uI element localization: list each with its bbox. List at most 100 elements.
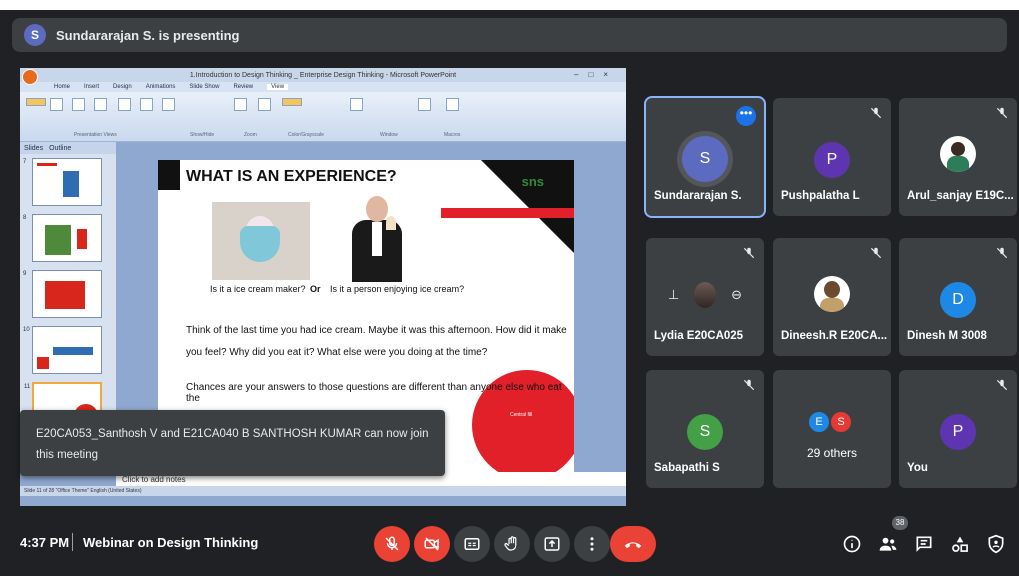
captions-icon	[464, 538, 480, 550]
participant-tile[interactable]: ⊥ ⊖ Lydia E20CA025	[646, 238, 764, 356]
participant-photo	[814, 276, 850, 312]
slide-circle-text: Central fill	[510, 412, 533, 418]
remove-icon[interactable]: ⊖	[731, 287, 742, 303]
thumb-number: 11	[24, 384, 31, 390]
leave-call-button[interactable]	[610, 526, 656, 562]
ppt-status-bar: Slide 11 of 28 "Office Theme" English (U…	[20, 486, 626, 496]
ribbon-group-label: Macros	[444, 132, 461, 138]
participant-tile[interactable]: Dineesh.R E20CA...	[773, 238, 891, 356]
ribbon-icon	[350, 98, 363, 111]
activities-button[interactable]	[948, 532, 972, 556]
camera-off-icon	[424, 537, 439, 551]
captions-button[interactable]	[454, 526, 490, 562]
thumb-number: 10	[23, 327, 30, 333]
ribbon-icon	[258, 98, 271, 111]
office-button-icon	[22, 69, 38, 85]
thumb-number: 9	[23, 271, 27, 277]
slides-panel-tabs: Slides Outline	[20, 142, 116, 154]
ppt-ribbon-tabs: Home Insert Design Animations Slide Show…	[20, 82, 626, 92]
host-controls-button[interactable]	[984, 532, 1008, 556]
tile-hover-controls[interactable]: ⊥ ⊖	[660, 280, 750, 310]
mic-toggle-button[interactable]	[374, 526, 410, 562]
participant-photo	[694, 282, 717, 308]
slide-question-1: Is it a ice cream maker?	[210, 284, 306, 294]
slide-thumbnail: 9	[23, 270, 102, 318]
ribbon-group-label: Presentation Views	[74, 132, 117, 138]
ribbon-icon	[50, 98, 63, 111]
self-tile[interactable]: P You	[899, 370, 1017, 488]
ribbon-icon	[72, 98, 85, 111]
ribbon-icon	[118, 98, 131, 111]
participant-tile[interactable]: D Dinesh M 3008	[899, 238, 1017, 356]
slide-decoration	[158, 160, 180, 190]
participant-tile[interactable]: Arul_sanjay E19C...	[899, 98, 1017, 216]
people-button[interactable]	[876, 532, 900, 556]
slide-heading: WHAT IS AN EXPERIENCE?	[186, 168, 397, 185]
meeting-name: Webinar on Design Thinking	[83, 535, 259, 550]
participant-avatar: S	[682, 136, 728, 182]
ppt-tab: Home	[54, 84, 71, 90]
slide-paragraph-2: Chances are your answers to those questi…	[186, 382, 562, 404]
ribbon-group-label: Show/Hide	[190, 132, 215, 138]
ppt-ribbon: Presentation Views Show/Hide Zoom Color/…	[20, 92, 626, 142]
more-vert-icon	[590, 537, 594, 551]
ppt-tab: Slide Show	[189, 84, 220, 90]
join-notification-toast: E20CA053_Santhosh V and E21CA040 B SANTH…	[20, 410, 445, 476]
participant-name: Arul_sanjay E19C...	[907, 190, 1014, 202]
participant-tile[interactable]: S Sabapathi S	[646, 370, 764, 488]
ppt-title-bar: 1.Introduction to Design Thinking _ Ente…	[20, 68, 626, 82]
present-button[interactable]	[534, 526, 570, 562]
others-avatar: S	[829, 410, 853, 434]
slides-tab: Slides	[24, 144, 44, 152]
window-controls-icon: –□×	[574, 70, 618, 79]
chat-icon	[916, 536, 932, 552]
presenting-banner: S Sundararajan S. is presenting	[12, 18, 1007, 52]
ppt-tab: Design	[113, 84, 132, 90]
mic-off-icon	[743, 379, 755, 391]
chat-button[interactable]	[912, 532, 936, 556]
ppt-tab-active: View	[267, 84, 289, 90]
presenting-text: Sundararajan S. is presenting	[56, 27, 240, 43]
sns-logo: sns	[521, 174, 544, 189]
mic-off-icon	[870, 247, 882, 259]
participant-avatar: D	[940, 282, 976, 318]
ribbon-icon	[234, 98, 247, 111]
meeting-time: 4:37 PM	[20, 535, 70, 550]
participant-name: Pushpalatha L	[781, 190, 860, 202]
raise-hand-button[interactable]	[494, 526, 530, 562]
others-tile[interactable]: E S 29 others	[773, 370, 891, 488]
participant-name: Dineesh.R E20CA...	[781, 330, 888, 342]
ribbon-group-label: Zoom	[244, 132, 257, 138]
participant-name: Sabapathi S	[654, 462, 720, 474]
meeting-details-button[interactable]	[840, 532, 864, 556]
ice-cream-image	[212, 202, 310, 280]
pin-icon[interactable]: ⊥	[668, 287, 679, 303]
participant-tile[interactable]: ••• S Sundararajan S.	[644, 96, 766, 218]
hang-up-icon	[624, 542, 642, 549]
participant-tile[interactable]: P Pushpalatha L	[773, 98, 891, 216]
mic-off-icon	[996, 107, 1008, 119]
ribbon-icon	[418, 98, 431, 111]
ribbon-color-icon	[282, 98, 302, 106]
ribbon-normal-icon	[26, 98, 46, 106]
thumb-number: 8	[23, 215, 27, 221]
others-avatar: E	[807, 410, 831, 434]
ppt-tab: Insert	[84, 84, 100, 90]
participant-name: You	[907, 462, 928, 474]
ribbon-icon	[446, 98, 459, 111]
more-options-icon[interactable]: •••	[736, 106, 756, 126]
mic-off-icon	[385, 536, 399, 551]
more-options-button[interactable]	[574, 526, 610, 562]
mic-off-icon	[996, 379, 1008, 391]
participants-count-badge: 38	[892, 516, 908, 530]
slide-thumbnail: 8	[23, 214, 102, 262]
participant-name: Lydia E20CA025	[654, 330, 744, 342]
ribbon-icon	[94, 98, 107, 111]
slide-thumbnail: 7	[23, 158, 102, 206]
mic-off-icon	[996, 247, 1008, 259]
camera-toggle-button[interactable]	[414, 526, 450, 562]
divider	[72, 533, 73, 551]
presenter-avatar: S	[24, 24, 46, 46]
slide-paragraph-1: Think of the last time you had ice cream…	[186, 325, 567, 358]
participant-name: Sundararajan S.	[654, 190, 742, 202]
